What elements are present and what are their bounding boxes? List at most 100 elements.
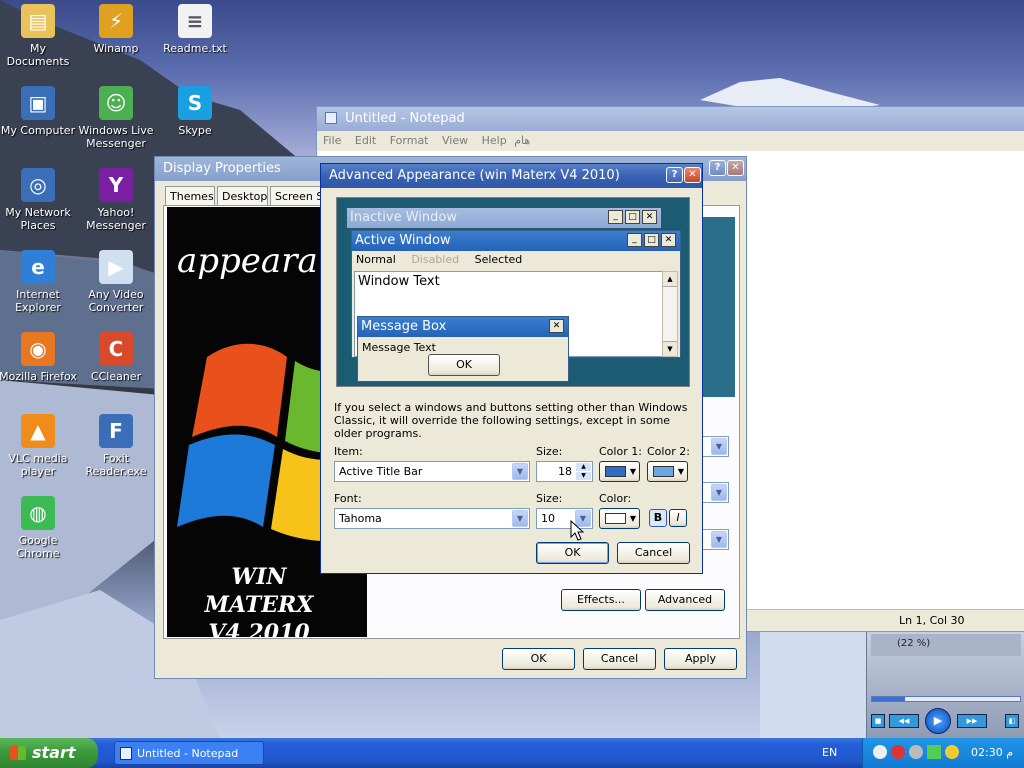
desktop-icon-internet-explorer[interactable]: e Internet Explorer	[0, 250, 78, 314]
bold-toggle[interactable]: B	[649, 509, 667, 527]
tray-error-icon[interactable]	[891, 745, 905, 759]
item-select-value: Active Title Bar	[339, 465, 423, 478]
color2-label: Color 2:	[647, 445, 690, 458]
spin-down-icon[interactable]: ▼	[576, 472, 591, 480]
foxit-icon: F	[99, 414, 133, 448]
color1-swatch	[605, 466, 626, 477]
preview-scrollbar[interactable]: ▲ ▼	[662, 271, 678, 357]
font-color-picker[interactable]: ▼	[599, 508, 640, 529]
apply-button[interactable]: Apply	[664, 648, 737, 670]
language-indicator[interactable]: EN	[822, 746, 837, 759]
close-button[interactable]: ✕	[727, 160, 744, 176]
item-select[interactable]: Active Title Bar ▼	[334, 461, 530, 482]
volume-button[interactable]: ◧	[1005, 714, 1019, 728]
desktop-icon-readme-txt[interactable]: ≡ Readme.txt	[155, 4, 235, 55]
minimize-icon: _	[627, 233, 642, 247]
text-file-icon: ≡	[178, 4, 212, 38]
cancel-button[interactable]: Cancel	[583, 648, 656, 670]
play-button[interactable]: ▶	[925, 708, 951, 734]
tab-desktop[interactable]: Desktop	[217, 186, 268, 206]
color1-picker[interactable]: ▼	[599, 461, 640, 482]
spin-up-icon[interactable]: ▲	[576, 463, 591, 471]
start-button[interactable]: start	[0, 738, 98, 768]
message-box-ok-button[interactable]: OK	[428, 354, 500, 376]
desktop-icon-label: VLC media player	[8, 452, 68, 478]
color1-label: Color 1:	[599, 445, 642, 458]
desktop-icon-foxit-reader-exe[interactable]: F Foxit Reader.exe	[76, 414, 156, 478]
chrome-icon: ◍	[21, 496, 55, 530]
font-select[interactable]: Tahoma ▼	[334, 508, 530, 529]
cancel-button[interactable]: Cancel	[617, 542, 690, 564]
advanced-button[interactable]: Advanced	[645, 589, 725, 611]
size-spinner[interactable]: 18 ▲ ▼	[536, 461, 593, 482]
folder-icon: ▤	[21, 4, 55, 38]
desktop-icon-label: Mozilla Firefox	[0, 370, 77, 383]
media-seek-track[interactable]	[871, 696, 1021, 702]
media-player-widget[interactable]: (22 %) ■ ◀◀ ▶ ▶▶ ◧	[866, 632, 1024, 738]
tray-network-icon[interactable]	[927, 745, 941, 759]
tab-themes[interactable]: Themes	[165, 186, 215, 206]
next-button[interactable]: ▶▶	[957, 714, 987, 728]
desktop-icon-vlc-media-player[interactable]: ▲ VLC media player	[0, 414, 78, 478]
previous-button[interactable]: ◀◀	[889, 714, 919, 728]
maximize-icon: □	[644, 233, 659, 247]
menu-format[interactable]: Format	[390, 134, 429, 147]
chevron-down-icon: ▼	[629, 467, 636, 476]
desktop-icon-windows-live-messenger[interactable]: ☺ Windows Live Messenger	[76, 86, 156, 150]
clock[interactable]: 02:30 م	[971, 746, 1013, 759]
inactive-window-title[interactable]: Inactive Window	[350, 210, 457, 225]
desktop-icon-ccleaner[interactable]: C CCleaner	[76, 332, 156, 383]
desktop-icon-my-computer[interactable]: ▣ My Computer	[0, 86, 78, 137]
yahoo-icon: Y	[99, 168, 133, 202]
close-button[interactable]: ✕	[684, 167, 701, 183]
skype-icon: S	[178, 86, 212, 120]
desktop-icon-google-chrome[interactable]: ◍ Google Chrome	[0, 496, 78, 560]
tray-icon-3[interactable]	[909, 745, 923, 759]
effects-button[interactable]: Effects...	[561, 589, 641, 611]
menu-help-arabic[interactable]: هام	[514, 134, 530, 147]
advanced-appearance-title-bar[interactable]: Advanced Appearance (win Materx V4 2010)…	[321, 164, 702, 188]
menu-help[interactable]: Help	[482, 134, 507, 147]
scroll-down-icon: ▼	[663, 341, 677, 356]
ccleaner-icon: C	[99, 332, 133, 366]
taskbar-item-notepad[interactable]: Untitled - Notepad	[114, 741, 264, 765]
desktop-icon-mozilla-firefox[interactable]: ◉ Mozilla Firefox	[0, 332, 78, 383]
message-box-title[interactable]: Message Box	[361, 319, 446, 334]
active-window-title[interactable]: Active Window	[355, 233, 451, 248]
chevron-down-icon: ▼	[677, 467, 684, 476]
active-window-title-bar: Active Window _ □ ✕	[352, 231, 680, 251]
ok-button[interactable]: OK	[536, 542, 609, 564]
tray-icon-5[interactable]	[945, 745, 959, 759]
desktop-icon-my-network-places[interactable]: ◎ My Network Places	[0, 168, 78, 232]
help-button[interactable]: ?	[666, 167, 683, 183]
help-button[interactable]: ?	[709, 160, 726, 176]
tray-icon-1[interactable]	[873, 745, 887, 759]
italic-toggle[interactable]: I	[669, 509, 687, 527]
desktop-icon-winamp[interactable]: ⚡ Winamp	[76, 4, 156, 55]
ok-button[interactable]: OK	[502, 648, 575, 670]
menu-file[interactable]: File	[323, 134, 341, 147]
advanced-appearance-dialog[interactable]: Advanced Appearance (win Materx V4 2010)…	[320, 163, 703, 574]
desktop-icon-label: Winamp	[93, 42, 139, 55]
winamp-icon: ⚡	[99, 4, 133, 38]
menu-selected[interactable]: Selected	[475, 253, 523, 266]
desktop-icon-label: Skype	[178, 124, 212, 137]
mouse-cursor-icon	[570, 520, 584, 541]
system-tray: 02:30 م	[862, 738, 1024, 768]
stop-button[interactable]: ■	[871, 714, 885, 728]
notepad-title-bar[interactable]: Untitled - Notepad	[317, 107, 1024, 131]
menu-view[interactable]: View	[442, 134, 468, 147]
font-size-label: Size:	[536, 492, 563, 505]
desktop-icon-yahoo-messenger[interactable]: Y Yahoo! Messenger	[76, 168, 156, 232]
menu-normal[interactable]: Normal	[356, 253, 396, 266]
color2-swatch	[653, 466, 674, 477]
color2-picker[interactable]: ▼	[647, 461, 688, 482]
desktop-icon-skype[interactable]: S Skype	[155, 86, 235, 137]
menu-disabled[interactable]: Disabled	[411, 253, 459, 266]
desktop-icon-label: My Computer	[0, 124, 76, 137]
desktop-icon-any-video-converter[interactable]: ▶ Any Video Converter	[76, 250, 156, 314]
desktop-icon-my-documents[interactable]: ▤ My Documents	[0, 4, 78, 68]
advanced-appearance-title: Advanced Appearance (win Materx V4 2010)	[329, 168, 620, 183]
font-size-select[interactable]: 10 ▼	[536, 508, 593, 529]
menu-edit[interactable]: Edit	[355, 134, 376, 147]
